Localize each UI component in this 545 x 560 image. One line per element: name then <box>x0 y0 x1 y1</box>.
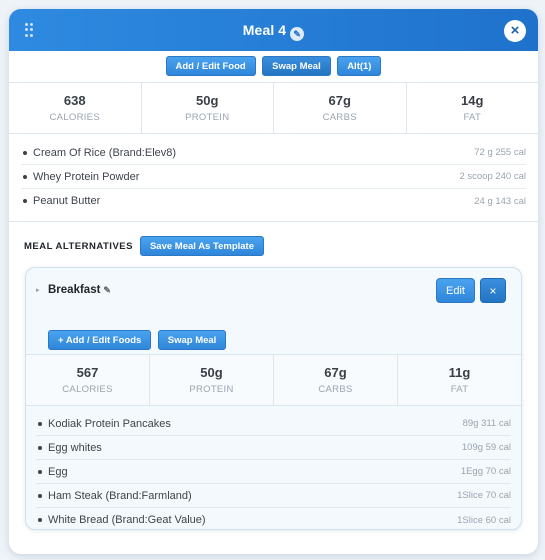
food-quantity: 1Slice 70 cal <box>457 490 511 501</box>
stat-value: 67g <box>324 365 347 380</box>
food-name: Cream Of Rice (Brand:Elev8) <box>33 146 177 159</box>
food-name: Kodiak Protein Pancakes <box>48 417 171 430</box>
alt-button[interactable]: Alt(1) <box>337 56 382 76</box>
food-name: Peanut Butter <box>33 195 101 207</box>
meal-title: Meal 4 <box>242 22 287 38</box>
pencil-icon[interactable]: ✎ <box>290 27 305 41</box>
stat-value: 11g <box>448 365 471 380</box>
food-item[interactable]: Egg 1Egg 70 cal <box>36 460 511 484</box>
alternatives-header: MEAL ALTERNATIVES Save Meal As Template <box>24 236 265 256</box>
stat-value: 50g <box>196 93 219 108</box>
stat-label: PROTEIN <box>185 112 230 123</box>
food-item[interactable]: Egg whites 109g 59 cal <box>36 436 511 460</box>
stat-value: 567 <box>76 365 99 380</box>
alternative-name-wrap: Breakfast ✎ <box>48 284 111 296</box>
stat-protein: 50g PROTEIN <box>150 355 274 405</box>
food-quantity: 2 scoop 240 cal <box>459 171 526 182</box>
stat-value: 638 <box>63 93 86 108</box>
bullet-icon <box>38 518 42 522</box>
stat-value: 14g <box>461 93 484 108</box>
bullet-icon <box>38 445 42 450</box>
stat-value: 67g <box>328 93 351 108</box>
alternative-food-list: Kodiak Protein Pancakes 89g 311 cal Egg … <box>36 412 511 529</box>
alternative-header: ▸ Breakfast ✎ Edit × <box>26 268 521 312</box>
bullet-icon <box>38 421 42 426</box>
stat-calories: 567 CALORIES <box>26 355 150 405</box>
swap-meal-button[interactable]: Swap Meal <box>262 56 331 76</box>
stat-label: CARBS <box>322 112 357 123</box>
meal-title-wrap[interactable]: Meal 4 ✎ <box>9 22 538 41</box>
bullet-icon <box>23 199 27 203</box>
food-quantity: 24 g 143 cal <box>474 195 526 207</box>
food-name: Egg <box>48 465 68 478</box>
food-name: Whey Protein Powder <box>33 170 140 183</box>
add-edit-foods-button[interactable]: + Add / Edit Foods <box>48 330 152 350</box>
food-item[interactable]: White Bread (Brand:Geat Value) 1Slice 60… <box>36 508 511 529</box>
swap-meal-button[interactable]: Swap Meal <box>157 330 227 350</box>
bullet-icon <box>23 150 27 155</box>
stat-carbs: 67g CARBS <box>274 355 398 405</box>
food-quantity: 109g 59 cal <box>461 442 511 453</box>
stat-label: CARBS <box>318 384 353 395</box>
delete-button[interactable]: × <box>480 278 506 303</box>
meal-card: Meal 4 ✎ × Add / Edit Food Swap Meal Alt(… <box>9 9 538 554</box>
close-button[interactable]: × <box>504 20 526 42</box>
food-quantity: 1Slice 60 cal <box>457 514 511 526</box>
food-name: Ham Steak (Brand:Farmland) <box>48 489 192 502</box>
stat-calories: 638 CALORIES <box>9 83 142 133</box>
caret-right-icon[interactable]: ▸ <box>36 286 40 294</box>
stat-label: PROTEIN <box>189 384 234 395</box>
meal-toolbar: Add / Edit Food Swap Meal Alt(1) <box>9 56 538 76</box>
pencil-icon[interactable]: ✎ <box>103 285 111 295</box>
food-quantity: 72 g 255 cal <box>474 147 526 158</box>
alternative-name: Breakfast <box>48 284 101 296</box>
stat-label: CALORIES <box>62 384 113 395</box>
alternatives-title: MEAL ALTERNATIVES <box>24 240 133 252</box>
edit-button[interactable]: Edit <box>436 278 475 303</box>
bullet-icon <box>23 174 27 179</box>
food-name: White Bread (Brand:Geat Value) <box>48 514 206 526</box>
food-item[interactable]: Ham Steak (Brand:Farmland) 1Slice 70 cal <box>36 484 511 508</box>
alternative-card: ▸ Breakfast ✎ Edit × + Add / Edit Foods S… <box>25 267 522 530</box>
meal-stats: 638 CALORIES 50g PROTEIN 67g CARBS 14g F… <box>9 82 538 134</box>
stat-value: 50g <box>200 365 223 380</box>
alternative-toolbar: + Add / Edit Foods Swap Meal <box>47 330 227 350</box>
food-name: Egg whites <box>48 441 102 454</box>
meal-header: Meal 4 ✎ × <box>9 9 538 51</box>
add-edit-food-button[interactable]: Add / Edit Food <box>165 56 256 76</box>
bullet-icon <box>38 493 42 498</box>
stat-fat: 14g FAT <box>407 83 539 133</box>
meal-food-list: Cream Of Rice (Brand:Elev8) 72 g 255 cal… <box>21 141 526 213</box>
alternative-stats: 567 CALORIES 50g PROTEIN 67g CARBS 11g F… <box>26 354 521 406</box>
bullet-icon <box>38 469 42 474</box>
food-item[interactable]: Kodiak Protein Pancakes 89g 311 cal <box>36 412 511 436</box>
food-item[interactable]: Cream Of Rice (Brand:Elev8) 72 g 255 cal <box>21 141 526 165</box>
food-quantity: 89g 311 cal <box>462 418 511 429</box>
food-item[interactable]: Whey Protein Powder 2 scoop 240 cal <box>21 165 526 189</box>
stat-label: FAT <box>463 112 482 123</box>
food-quantity: 1Egg 70 cal <box>460 466 511 477</box>
stat-label: FAT <box>450 384 469 395</box>
save-template-button[interactable]: Save Meal As Template <box>139 236 264 256</box>
stat-protein: 50g PROTEIN <box>142 83 274 133</box>
section-divider <box>9 221 538 222</box>
food-item[interactable]: Peanut Butter 24 g 143 cal <box>21 189 526 213</box>
stat-fat: 11g FAT <box>398 355 521 405</box>
stat-carbs: 67g CARBS <box>274 83 407 133</box>
stat-label: CALORIES <box>49 112 100 123</box>
